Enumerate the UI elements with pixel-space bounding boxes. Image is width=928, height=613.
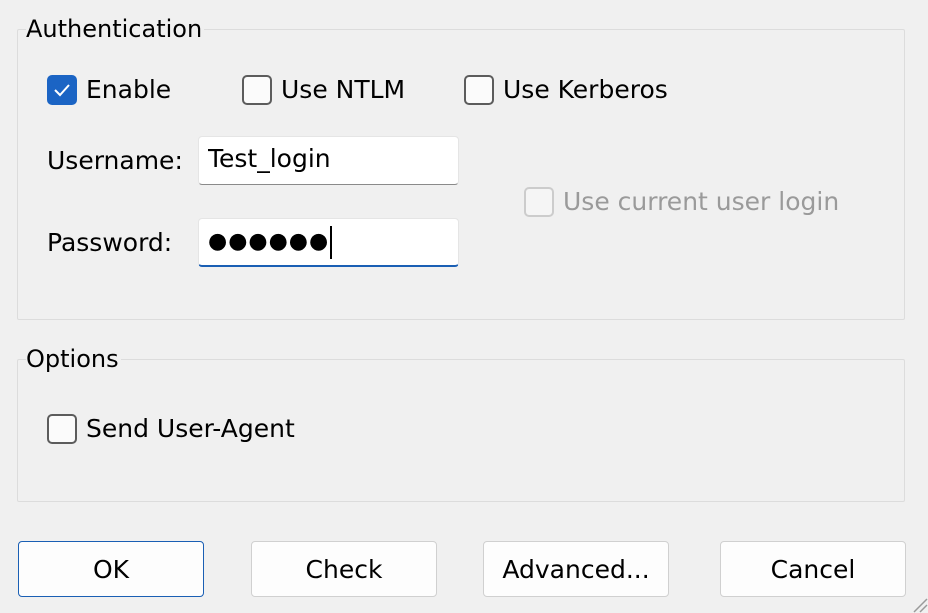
options-group-title: Options bbox=[26, 344, 121, 374]
authentication-group-title: Authentication bbox=[26, 14, 205, 44]
checkbox-box bbox=[47, 414, 77, 444]
send-user-agent-label: Send User-Agent bbox=[86, 414, 295, 443]
enable-checkbox[interactable]: Enable bbox=[47, 75, 171, 105]
username-input[interactable] bbox=[198, 136, 459, 185]
checkbox-box bbox=[464, 75, 494, 105]
password-label: Password: bbox=[47, 228, 173, 257]
check-button[interactable]: Check bbox=[251, 541, 437, 597]
use-ntlm-label: Use NTLM bbox=[281, 75, 406, 104]
cancel-button[interactable]: Cancel bbox=[720, 541, 906, 597]
use-current-user-login-checkbox[interactable]: Use current user login bbox=[524, 187, 839, 217]
use-kerberos-label: Use Kerberos bbox=[503, 75, 668, 104]
text-caret bbox=[330, 225, 333, 259]
username-label: Username: bbox=[47, 146, 183, 175]
password-input[interactable]: ●●●●●● bbox=[198, 218, 459, 267]
password-masked-value: ●●●●●● bbox=[208, 229, 330, 254]
checkbox-box bbox=[242, 75, 272, 105]
ok-button[interactable]: OK bbox=[18, 541, 204, 597]
use-current-user-login-label: Use current user login bbox=[563, 187, 840, 216]
use-kerberos-checkbox[interactable]: Use Kerberos bbox=[464, 75, 668, 105]
checkbox-box bbox=[524, 187, 554, 217]
use-ntlm-checkbox[interactable]: Use NTLM bbox=[242, 75, 405, 105]
send-user-agent-checkbox[interactable]: Send User-Agent bbox=[47, 414, 295, 444]
enable-label: Enable bbox=[86, 75, 172, 104]
advanced-button[interactable]: Advanced... bbox=[483, 541, 669, 597]
resize-grip-icon[interactable] bbox=[910, 595, 928, 613]
checkmark-icon bbox=[47, 75, 77, 105]
